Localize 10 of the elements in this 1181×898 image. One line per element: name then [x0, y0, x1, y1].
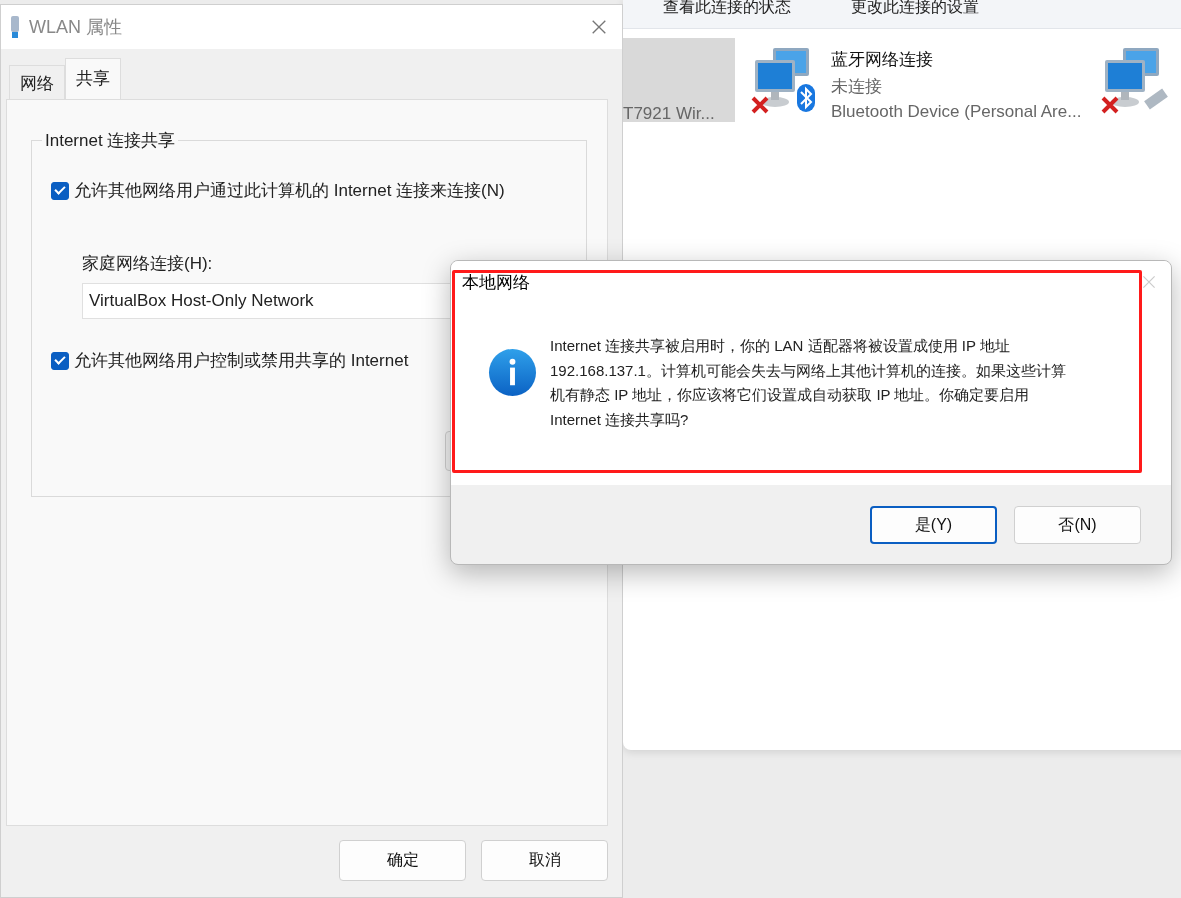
checkbox-label: 允许其他网络用户通过此计算机的 Internet 连接来连接(N)	[74, 180, 505, 202]
connection-status: 未连接	[831, 76, 883, 98]
window-title: WLAN 属性	[29, 16, 123, 39]
checkbox-label: 允许其他网络用户控制或禁用共享的 Internet	[74, 350, 409, 372]
connection-name: 蓝牙网络连接	[831, 49, 934, 71]
connection-description: Bluetooth Device (Personal Are...	[831, 102, 1082, 122]
dialog-message: Internet 连接共享被启用时，你的 LAN 适配器将被设置成使用 IP 地址 192.168.137.1。计算机可能会失去与网络上其他计算机的连接。如果这些计算机有静态 IP 地址，你应该将它们设置成自动获取 IP 地址。你确定要启用 Internet 连接共享吗?	[550, 336, 1067, 430]
group-title: Internet 连接共享	[42, 129, 179, 152]
connection-description: T7921 Wir...	[623, 106, 715, 122]
field-label: 家庭网络连接(H):	[82, 253, 214, 275]
